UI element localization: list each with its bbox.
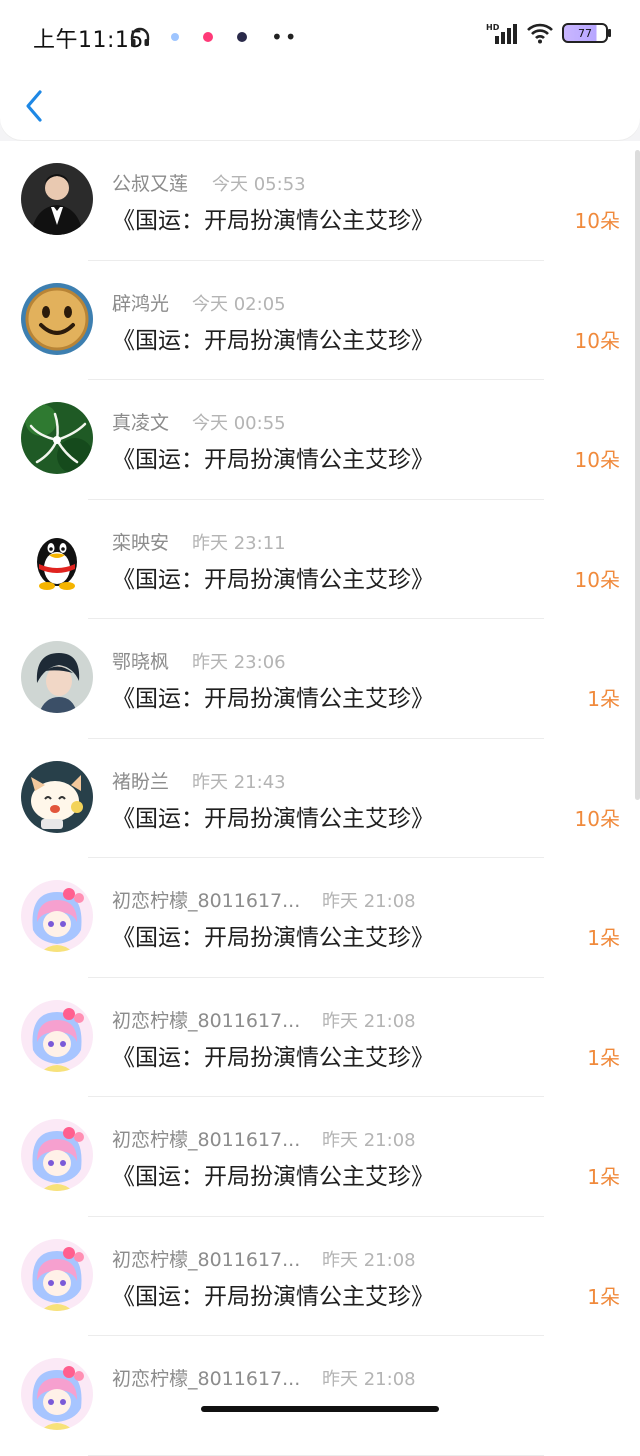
book-title: 《国运：开局扮演情公主艾珍》 (112, 447, 434, 473)
avatar[interactable] (21, 402, 93, 474)
user-name[interactable]: 栾映安 (112, 528, 169, 555)
book-title: 《国运：开局扮演情公主艾珍》 (112, 566, 434, 593)
status-time: 上午11:15 (33, 28, 144, 53)
user-name[interactable]: 辟鸿光 (112, 289, 169, 316)
timestamp: 昨天 23:11 (192, 532, 286, 554)
timestamp: 今天 00:55 (192, 413, 286, 434)
book-title: 《国运：开局扮演情公主艾珍》 (112, 925, 434, 951)
avatar[interactable] (21, 521, 93, 594)
header-bar (0, 62, 640, 140)
battery-icon: 77 (562, 23, 611, 43)
user-name[interactable]: 初恋柠檬_8011617... (112, 1125, 300, 1152)
timestamp: 昨天 21:08 (322, 1010, 416, 1032)
notification-icons: •• (129, 24, 299, 50)
divider (88, 1454, 544, 1456)
avatar[interactable] (21, 641, 93, 713)
avatar[interactable] (21, 999, 93, 1072)
book-title: 《国运：开局扮演情公主艾珍》 (112, 1044, 434, 1071)
user-name[interactable]: 公叔又莲 (112, 169, 188, 196)
timestamp: 今天 05:53 (212, 174, 306, 195)
battery-level: 77 (578, 26, 592, 40)
avatar[interactable] (21, 1358, 93, 1430)
network-label: HD (486, 23, 500, 32)
user-name[interactable]: 初恋柠檬_8011617... (112, 1364, 300, 1391)
avatar[interactable] (21, 880, 93, 952)
wifi-icon (527, 23, 553, 44)
gift-amount: 1朵 (587, 1045, 620, 1070)
gift-amount: 1朵 (587, 687, 620, 711)
user-name[interactable]: 真凌文 (112, 408, 169, 435)
book-title: 《国运：开局扮演情公主艾珍》 (112, 686, 434, 712)
avatar[interactable] (21, 163, 93, 235)
list-item[interactable]: 初恋柠檬_8011617... 昨天 21:08 (0, 1336, 640, 1456)
user-name[interactable]: 褚盼兰 (112, 767, 169, 794)
list-item[interactable]: 辟鸿光 今天 02:05 《国运：开局扮演情公主艾珍》 10朵 (0, 260, 640, 380)
list-item[interactable]: 初恋柠檬_8011617... 昨天 21:08 《国运：开局扮演情公主艾珍》 1朵 (0, 977, 640, 1097)
list-item[interactable]: 褚盼兰 昨天 21:43 《国运：开局扮演情公主艾珍》 10朵 (0, 738, 640, 858)
user-name[interactable]: 初恋柠檬_8011617... (112, 886, 300, 913)
avatar[interactable] (21, 760, 93, 833)
user-name[interactable]: 初恋柠檬_8011617... (112, 1245, 300, 1272)
list-item[interactable]: 初恋柠檬_8011617... 昨天 21:08 《国运：开局扮演情公主艾珍》 1朵 (0, 858, 640, 978)
list-item[interactable]: 公叔又莲 今天 05:53 《国运：开局扮演情公主艾珍》 10朵 (0, 141, 640, 261)
gift-amount: 10朵 (574, 328, 620, 353)
user-name[interactable]: 初恋柠檬_8011617... (112, 1006, 300, 1033)
timestamp: 今天 02:05 (192, 293, 286, 315)
list-item[interactable]: 鄂晓枫 昨天 23:06 《国运：开局扮演情公主艾珍》 1朵 (0, 619, 640, 739)
avatar[interactable] (21, 1119, 93, 1191)
book-title: 《国运：开局扮演情公主艾珍》 (112, 208, 434, 234)
timestamp: 昨天 21:43 (192, 771, 286, 793)
status-right: HD 77 (486, 22, 611, 44)
scrollbar[interactable] (635, 150, 640, 800)
book-title: 《国运：开局扮演情公主艾珍》 (112, 327, 434, 354)
app-notification-icon (171, 33, 179, 41)
app-notification-icon (203, 32, 213, 42)
app-notification-icon (237, 32, 247, 42)
gift-amount: 1朵 (587, 1165, 620, 1189)
book-title: 《国运：开局扮演情公主艾珍》 (112, 805, 434, 832)
list-item[interactable]: 栾映安 昨天 23:11 《国运：开局扮演情公主艾珍》 10朵 (0, 499, 640, 619)
home-indicator[interactable] (201, 1406, 439, 1412)
headphones-icon (130, 27, 150, 46)
avatar[interactable] (21, 282, 93, 355)
avatar[interactable] (21, 1238, 93, 1311)
list-item[interactable]: 初恋柠檬_8011617... 昨天 21:08 《国运：开局扮演情公主艾珍》 1朵 (0, 1097, 640, 1217)
list-item[interactable]: 真凌文 今天 00:55 《国运：开局扮演情公主艾珍》 10朵 (0, 380, 640, 500)
gift-amount: 10朵 (574, 448, 620, 472)
timestamp: 昨天 23:06 (192, 652, 286, 673)
gift-amount: 10朵 (574, 806, 620, 831)
back-arrow-icon[interactable] (20, 88, 52, 124)
timestamp: 昨天 21:08 (322, 1249, 416, 1271)
gift-list: 公叔又莲 今天 05:53 《国运：开局扮演情公主艾珍》 10朵 辟鸿光 今天 02:05… (0, 141, 640, 1456)
gift-amount: 1朵 (587, 1284, 620, 1309)
timestamp: 昨天 21:08 (322, 891, 416, 912)
book-title: 《国运：开局扮演情公主艾珍》 (112, 1164, 434, 1190)
gift-amount: 10朵 (574, 209, 620, 233)
gift-amount: 10朵 (574, 567, 620, 592)
cellular-signal-icon: HD (486, 23, 517, 44)
book-title: 《国运：开局扮演情公主艾珍》 (112, 1283, 434, 1310)
user-name[interactable]: 鄂晓枫 (112, 647, 169, 674)
more-dots-icon: •• (271, 25, 299, 49)
gift-amount: 1朵 (587, 926, 620, 950)
list-item[interactable]: 初恋柠檬_8011617... 昨天 21:08 《国运：开局扮演情公主艾珍》 1朵 (0, 1216, 640, 1336)
timestamp: 昨天 21:08 (322, 1369, 416, 1390)
timestamp: 昨天 21:08 (322, 1130, 416, 1151)
